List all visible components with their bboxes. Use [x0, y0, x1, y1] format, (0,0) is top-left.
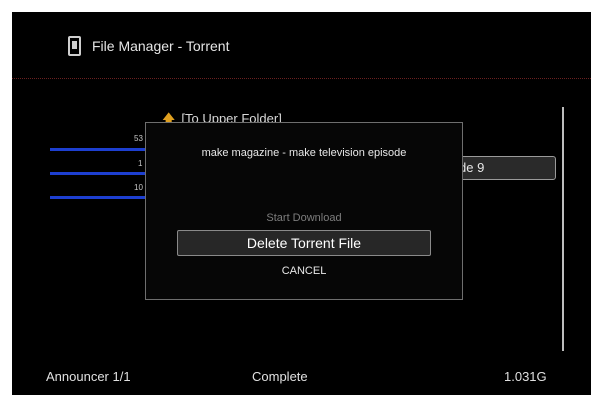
- torrent-action-dialog: make magazine - make television episode …: [145, 122, 463, 300]
- delete-torrent-button[interactable]: Delete Torrent File: [177, 230, 431, 256]
- page-title: File Manager - Torrent: [92, 38, 230, 54]
- list-item-number: 1: [138, 159, 143, 168]
- header-divider: [12, 78, 591, 79]
- download-status: Complete: [252, 369, 308, 384]
- list-item-number: 10: [134, 183, 143, 192]
- announcer-status: Announcer 1/1: [46, 369, 131, 384]
- list-item-number: 53: [134, 134, 143, 143]
- file-size: 1.031G: [504, 369, 547, 384]
- scrollbar-track: [562, 107, 564, 351]
- cancel-button[interactable]: CANCEL: [146, 265, 462, 277]
- start-download-option[interactable]: Start Download: [146, 212, 462, 224]
- dialog-message: make magazine - make television episode: [201, 147, 407, 159]
- list-item-highlighted[interactable]: de 9: [452, 156, 556, 180]
- tv-screen: File Manager - Torrent 🡅 [To Upper Folder…: [12, 12, 591, 395]
- file-manager-icon: [68, 36, 81, 56]
